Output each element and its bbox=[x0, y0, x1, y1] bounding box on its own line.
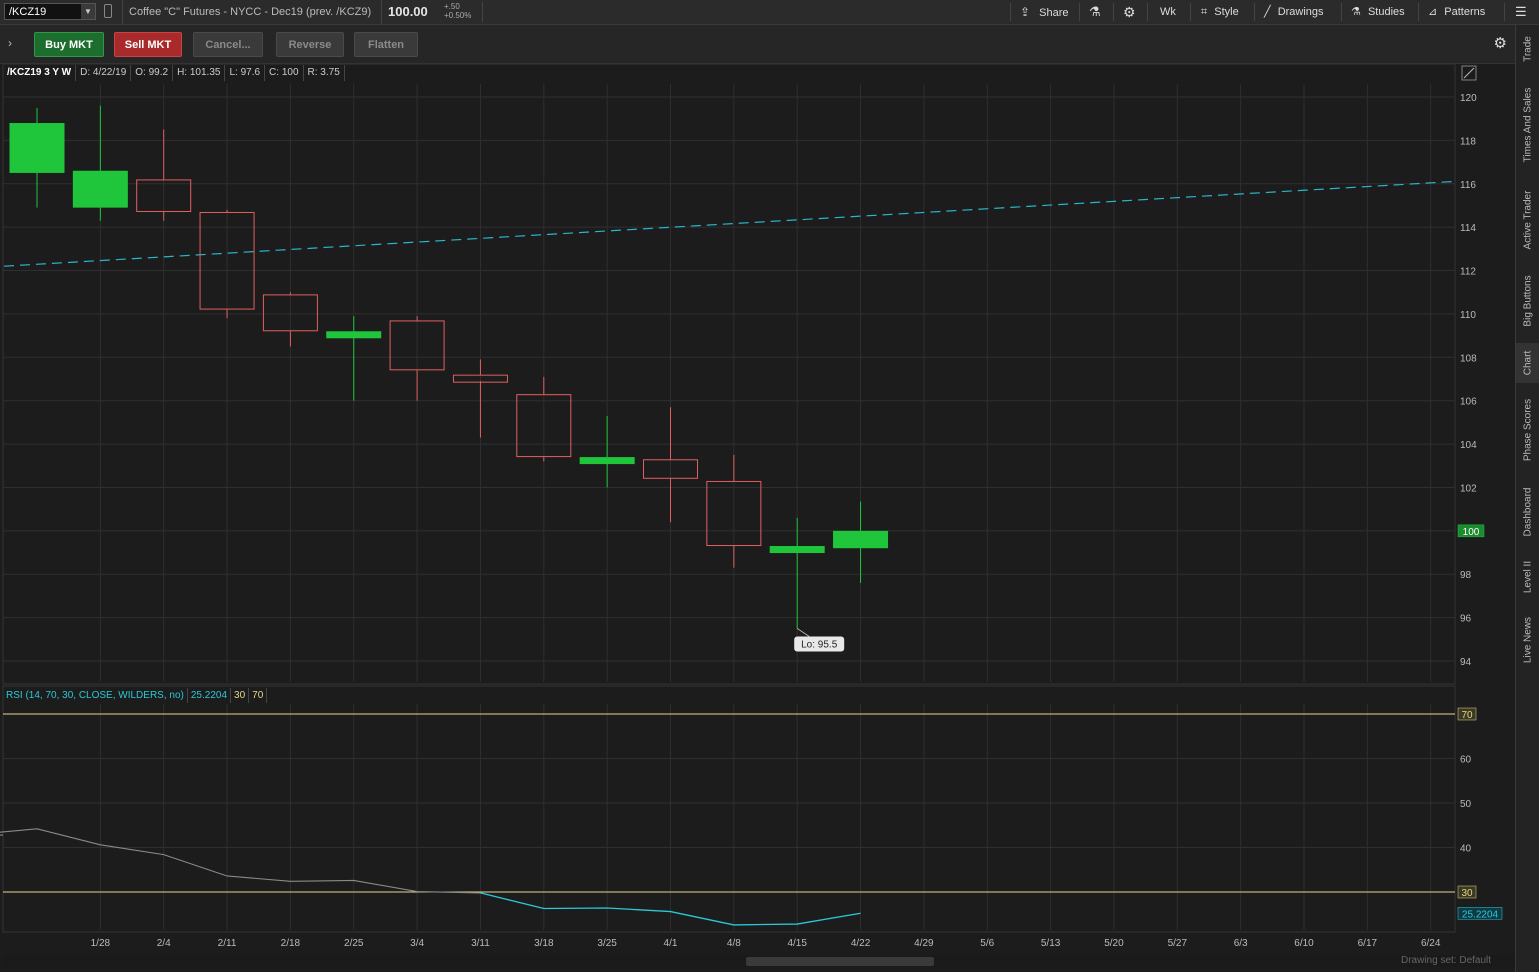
y-tick-label: 118 bbox=[1460, 136, 1476, 147]
info-open: O: 99.2 bbox=[131, 65, 174, 81]
info-close: C: 100 bbox=[265, 65, 304, 81]
candle-body-up bbox=[833, 530, 889, 549]
candle-body-up bbox=[326, 331, 382, 339]
x-tick-label: 4/1 bbox=[664, 938, 678, 949]
chart-canvas[interactable]: 949698100102104106108110112114116118120 … bbox=[0, 0, 1515, 972]
tab-times-and-sales[interactable]: Times And Sales bbox=[1516, 75, 1539, 175]
rsi-value-label: 25.2204 bbox=[1462, 909, 1499, 920]
x-tick-label: 4/8 bbox=[727, 938, 741, 949]
tab-label: Trade bbox=[1522, 36, 1534, 62]
tab-dashboard[interactable]: Dashboard bbox=[1516, 477, 1539, 547]
tab-label: Times And Sales bbox=[1522, 87, 1534, 163]
tab-label: Phase Scores bbox=[1522, 398, 1534, 462]
x-tick-label: 5/20 bbox=[1104, 938, 1124, 949]
x-tick-label: 3/4 bbox=[410, 938, 424, 949]
tab-label: Active Trader bbox=[1522, 190, 1534, 250]
info-low: L: 97.6 bbox=[225, 65, 266, 81]
x-tick-label: 6/10 bbox=[1294, 938, 1314, 949]
x-tick-label: 3/18 bbox=[534, 938, 554, 949]
collapse-chart-icon[interactable] bbox=[1461, 65, 1477, 81]
rsi-y-axis: 40 50 60 bbox=[1460, 755, 1472, 855]
y-tick-label: 114 bbox=[1460, 223, 1476, 234]
x-tick-label: 6/24 bbox=[1421, 938, 1441, 949]
info-high: H: 101.35 bbox=[173, 65, 226, 81]
x-tick-label: 5/6 bbox=[980, 938, 994, 949]
tab-live-news[interactable]: Live News bbox=[1516, 607, 1539, 673]
candle-body-up bbox=[9, 123, 65, 173]
x-tick-label: 4/22 bbox=[851, 938, 871, 949]
y-tick-label: 106 bbox=[1460, 397, 1477, 408]
x-tick-label: 6/17 bbox=[1358, 938, 1378, 949]
x-tick-label: 5/27 bbox=[1168, 938, 1188, 949]
info-range: R: 3.75 bbox=[304, 65, 345, 81]
tab-label: Live News bbox=[1522, 616, 1534, 664]
drawing-set-label: Drawing set: Default bbox=[1401, 955, 1492, 966]
rsi-overbought-level: 70 bbox=[249, 688, 268, 703]
low-annotation-label: Lo: 95.5 bbox=[801, 639, 838, 650]
candle-body-up bbox=[579, 457, 635, 465]
tab-active-trader[interactable]: Active Trader bbox=[1516, 180, 1539, 260]
tab-label: Dashboard bbox=[1522, 487, 1534, 537]
chart-title: /KCZ19 3 Y W bbox=[3, 65, 77, 81]
tab-big-buttons[interactable]: Big Buttons bbox=[1516, 265, 1539, 337]
rsi-study-label[interactable]: RSI (14, 70, 30, CLOSE, WILDERS, no) bbox=[3, 688, 188, 703]
y-tick-label: 120 bbox=[1460, 93, 1477, 104]
tab-chart[interactable]: Chart bbox=[1516, 343, 1539, 383]
x-tick-label: 2/18 bbox=[281, 938, 301, 949]
tab-phase-scores[interactable]: Phase Scores bbox=[1516, 389, 1539, 471]
tab-label: Level II bbox=[1522, 560, 1534, 594]
y-tick-label: 96 bbox=[1460, 614, 1472, 625]
rsi-panel bbox=[2, 685, 1456, 933]
y-tick-label: 110 bbox=[1460, 310, 1476, 321]
info-date: D: 4/22/19 bbox=[76, 65, 132, 81]
x-tick-label: 2/4 bbox=[157, 938, 171, 949]
horizontal-scrollbar[interactable] bbox=[3, 955, 1515, 967]
y-tick-label: 112 bbox=[1460, 267, 1476, 278]
tab-trade[interactable]: Trade bbox=[1516, 27, 1539, 71]
y-tick-label: 98 bbox=[1460, 570, 1472, 581]
y-tick-label: 116 bbox=[1460, 180, 1476, 191]
y-tick-label: 104 bbox=[1460, 440, 1477, 451]
x-tick-label: 4/29 bbox=[914, 938, 934, 949]
scrollbar-thumb[interactable] bbox=[746, 957, 934, 966]
rsi-value: 25.2204 bbox=[188, 688, 232, 703]
x-tick-label: 3/25 bbox=[597, 938, 617, 949]
tab-level-ii[interactable]: Level II bbox=[1516, 553, 1539, 601]
rsi-y-tick-label: 60 bbox=[1460, 755, 1472, 766]
price-y-axis: 94 96 98 100 102 104 106 108 110 112 114 116 118 120 bbox=[1460, 93, 1477, 668]
rsi-header: RSI (14, 70, 30, CLOSE, WILDERS, no) 25.2… bbox=[3, 688, 268, 704]
rsi-y-tick-label: 40 bbox=[1460, 844, 1472, 855]
rsi-level-label: 30 bbox=[1461, 888, 1473, 899]
y-tick-label: 94 bbox=[1460, 657, 1472, 668]
x-tick-label: 5/13 bbox=[1041, 938, 1061, 949]
x-tick-label: 1/28 bbox=[91, 938, 111, 949]
candle-body-up bbox=[72, 170, 128, 208]
x-tick-label: 2/25 bbox=[344, 938, 364, 949]
menu-icon[interactable]: ☰ bbox=[1515, 0, 1527, 24]
x-tick-label: 3/11 bbox=[471, 938, 490, 949]
side-tabs: Trade Times And Sales Active Trader Big … bbox=[1515, 25, 1539, 972]
x-tick-label: 4/15 bbox=[787, 938, 807, 949]
y-tick-label: 108 bbox=[1460, 353, 1477, 364]
x-axis: 1/28 2/4 2/11 2/18 2/25 3/4 3/11 3/18 3/25 4/1 4/8… bbox=[91, 938, 1441, 949]
last-price-label: 100 bbox=[1463, 527, 1480, 538]
rsi-level-label: 70 bbox=[1461, 710, 1473, 721]
chart-info-bar: /KCZ19 3 Y W D: 4/22/19 O: 99.2 H: 101.35 L:… bbox=[3, 65, 345, 82]
y-tick-label: 102 bbox=[1460, 483, 1477, 494]
x-tick-label: 6/3 bbox=[1234, 938, 1248, 949]
rsi-y-tick-label: 50 bbox=[1460, 799, 1472, 810]
tab-label: Chart bbox=[1522, 350, 1534, 376]
price-panel bbox=[2, 63, 1456, 685]
tab-label: Big Buttons bbox=[1522, 275, 1534, 327]
candle-body-up bbox=[769, 546, 825, 554]
rsi-oversold-level: 30 bbox=[231, 688, 250, 703]
x-tick-label: 2/11 bbox=[218, 938, 237, 949]
